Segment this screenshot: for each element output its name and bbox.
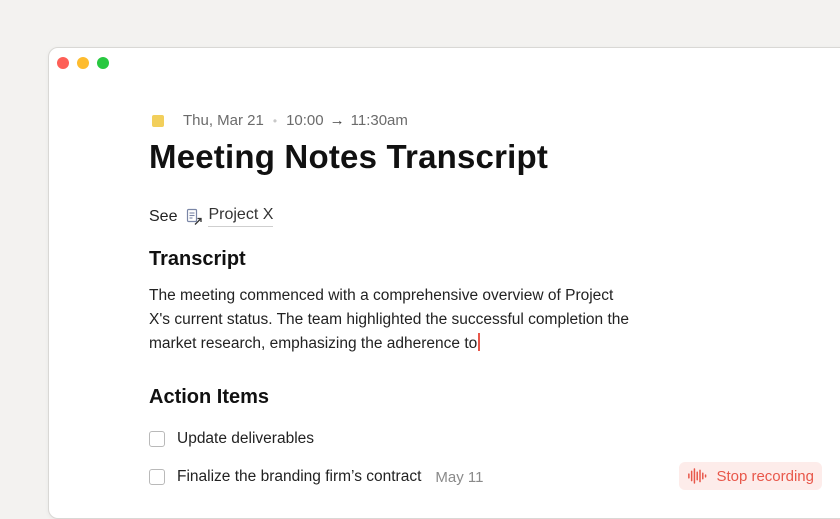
note-date[interactable]: Thu, Mar 21 <box>183 112 264 129</box>
transcript-line: X's current status. The team highlighted… <box>149 311 629 328</box>
minimize-window-button[interactable] <box>77 57 89 69</box>
time-end[interactable]: 11:30am <box>351 112 408 129</box>
linked-doc-label[interactable]: Project X <box>208 206 274 227</box>
action-item-label[interactable]: Update deliverables <box>177 430 314 448</box>
see-label: See <box>149 207 178 225</box>
transcript-line: The meeting commenced with a comprehensi… <box>149 287 614 304</box>
stop-recording-label: Stop recording <box>716 467 814 485</box>
see-reference: See Project X <box>149 206 274 227</box>
page-title[interactable]: Meeting Notes Transcript <box>149 134 548 180</box>
arrow-right-icon: → <box>329 112 345 129</box>
text-cursor <box>478 333 481 351</box>
transcript-line-text: market research, emphasizing the adheren… <box>149 335 478 352</box>
note-meta: Thu, Mar 21 • 10:00 → 11:30am <box>149 112 408 129</box>
app-window: Thu, Mar 21 • 10:00 → 11:30am Meeting No… <box>48 47 840 519</box>
action-item-label[interactable]: Finalize the branding firm’s contract <box>177 468 421 486</box>
transcript-line-last: market research, emphasizing the adheren… <box>149 332 689 356</box>
action-item: Finalize the branding firm’s contract Ma… <box>149 468 483 486</box>
doc-link-icon <box>187 208 203 225</box>
action-item-checkbox[interactable] <box>149 469 165 485</box>
transcript-heading[interactable]: Transcript <box>149 248 246 271</box>
calendar-square-icon <box>152 114 164 127</box>
window-controls <box>57 57 109 69</box>
action-item-checkbox[interactable] <box>149 431 165 447</box>
maximize-window-button[interactable] <box>97 57 109 69</box>
separator-dot: • <box>272 113 278 128</box>
transcript-text[interactable]: The meeting commenced with a comprehensi… <box>149 284 689 356</box>
stop-recording-button[interactable]: Stop recording <box>679 462 822 490</box>
action-item: Update deliverables <box>149 430 314 448</box>
time-start[interactable]: 10:00 <box>286 112 324 129</box>
linked-doc-project-x[interactable]: Project X <box>185 206 274 227</box>
close-window-button[interactable] <box>57 57 69 69</box>
action-items-heading[interactable]: Action Items <box>149 386 269 409</box>
waveform-icon <box>688 468 707 484</box>
due-date[interactable]: May 11 <box>435 469 483 486</box>
